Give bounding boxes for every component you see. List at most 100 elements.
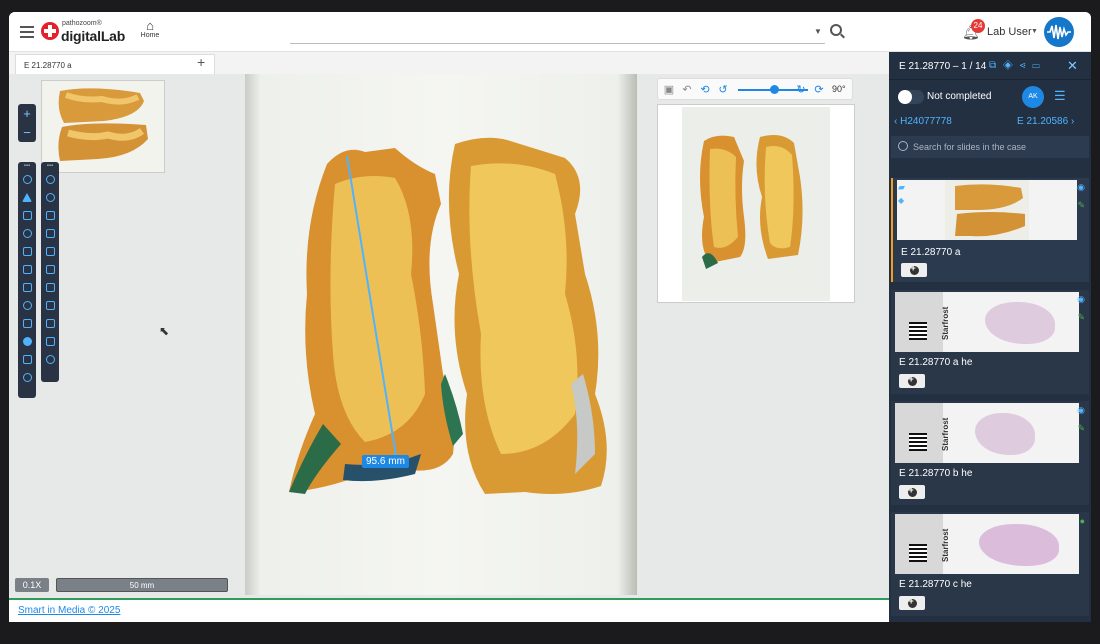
assignee-avatar[interactable]: AK xyxy=(1022,86,1044,108)
target-tool-icon[interactable] xyxy=(18,170,36,188)
zoom-level-indicator: 0.1X xyxy=(15,578,49,592)
reset-view-icon[interactable] xyxy=(18,368,36,386)
top-header: pathozoom® digitalLab ⌂ Home ▼ 🔔︎ 24 Lab… xyxy=(9,12,1091,52)
status-icon[interactable]: ● xyxy=(1080,516,1085,526)
next-case-label: E 21.20586 xyxy=(1017,116,1069,127)
edit-pencil-icon[interactable]: ✎ xyxy=(1077,312,1085,323)
zoom-in-button[interactable]: + xyxy=(18,104,36,123)
close-icon[interactable]: ✕ xyxy=(1067,58,1078,74)
sliders-tool-icon[interactable] xyxy=(18,314,36,332)
search-dropdown-caret-icon[interactable]: ▼ xyxy=(814,27,822,36)
rotate-reset-icon[interactable] xyxy=(41,350,59,368)
tab-slide[interactable]: E 21.28770 a xyxy=(15,54,215,74)
slide-card[interactable]: Starfrost ◉ ✎ E 21.28770 a he xyxy=(891,290,1089,394)
add-slide-button[interactable] xyxy=(899,485,925,499)
slide-tabs: E 21.28770 a + xyxy=(9,52,889,74)
magnifier-tool-icon[interactable] xyxy=(18,224,36,242)
case-navigation: ‹ H24077778 E 21.20586 › xyxy=(889,116,1091,134)
angle-tool-icon[interactable] xyxy=(41,296,59,314)
case-panel: E 21.28770 – 1 / 14 ⧉ ◈ ⋖ ▭ ✕ Not comple… xyxy=(889,52,1091,622)
visible-eye-icon[interactable]: ◉ xyxy=(1077,405,1085,416)
add-slide-button[interactable] xyxy=(899,596,925,610)
graph-tool-icon[interactable] xyxy=(18,188,36,206)
edit-pencil-icon[interactable]: ✎ xyxy=(1077,423,1085,434)
lasso-tool-icon[interactable] xyxy=(41,242,59,260)
app-logo[interactable]: pathozoom® digitalLab xyxy=(41,20,151,46)
avatar[interactable] xyxy=(1044,17,1074,47)
counter-tool-icon[interactable] xyxy=(41,314,59,332)
panel-action-icons[interactable]: ⧉ ◈ ⋖ ▭ xyxy=(989,60,1042,71)
user-menu[interactable]: Lab User xyxy=(987,26,1032,38)
list-view-icon[interactable]: ☰ xyxy=(1054,88,1066,104)
pin-tool-icon[interactable] xyxy=(41,170,59,188)
tag-icon: ◆ xyxy=(898,196,905,205)
focus-tool-icon[interactable] xyxy=(18,296,36,314)
camera-tool-icon[interactable] xyxy=(18,242,36,260)
rotate-right-icon[interactable]: ↻ xyxy=(794,83,808,97)
info-icon[interactable] xyxy=(18,332,36,350)
qr-code-icon xyxy=(909,544,927,562)
panel-title: E 21.28770 – 1 / 14 xyxy=(899,61,987,72)
edit-note-tool-icon[interactable] xyxy=(18,350,36,368)
overview-minimap[interactable] xyxy=(657,104,855,303)
starfrost-label: Starfrost xyxy=(941,528,950,562)
slide-image[interactable]: 95.6 mm xyxy=(245,74,637,595)
copyright-link[interactable]: Smart in Media © 2025 xyxy=(18,605,120,616)
add-tab-button[interactable]: + xyxy=(197,54,205,70)
drag-handle-icon[interactable]: ▪▪▪ xyxy=(18,162,36,170)
export-tool-icon[interactable] xyxy=(18,260,36,278)
slide-card-active[interactable]: ▰ ◆ ◉ ✎ E 21.28770 a xyxy=(891,178,1089,282)
ruler-tool-icon[interactable] xyxy=(41,278,59,296)
slide-card[interactable]: Starfrost ◉ ✎ E 21.28770 b he xyxy=(891,401,1089,505)
visible-eye-icon[interactable]: ◉ xyxy=(1077,182,1085,193)
qr-code-icon xyxy=(909,322,927,340)
drag-handle-icon[interactable]: ▪▪▪ xyxy=(41,162,59,170)
rotate-right-90-icon[interactable]: ⟳ xyxy=(812,83,826,97)
waveform-icon xyxy=(1047,24,1071,40)
slide-label-tile xyxy=(895,403,943,463)
visible-eye-icon[interactable]: ◉ xyxy=(1077,294,1085,305)
tissue-image xyxy=(289,137,607,494)
global-search-input[interactable] xyxy=(290,22,825,43)
slide-card-image: Starfrost xyxy=(895,292,1079,352)
panel-header: E 21.28770 – 1 / 14 ⧉ ◈ ⋖ ▭ ✕ xyxy=(889,52,1091,80)
measurement-label[interactable]: 95.6 mm xyxy=(362,455,409,468)
undo-icon[interactable]: ↶ xyxy=(680,83,694,97)
rotation-slider-handle[interactable] xyxy=(770,85,779,94)
global-search xyxy=(290,22,825,44)
next-case-link[interactable]: E 21.20586 › xyxy=(1017,116,1074,127)
zoom-controls: + − xyxy=(18,104,36,142)
slide-search-input[interactable] xyxy=(913,139,1083,155)
user-caret-icon[interactable]: ▼ xyxy=(1031,28,1038,35)
wand-tool-icon[interactable] xyxy=(41,260,59,278)
edit-pencil-icon[interactable]: ✎ xyxy=(1077,200,1085,211)
search-icon[interactable] xyxy=(830,24,842,36)
slide-label-thumbnail[interactable] xyxy=(41,80,165,173)
slide-card-image: Starfrost xyxy=(895,403,1079,463)
previous-case-link[interactable]: ‹ H24077778 xyxy=(894,116,952,127)
map-tool-icon[interactable] xyxy=(18,278,36,296)
completion-toggle[interactable] xyxy=(898,90,924,104)
slide-card[interactable]: Starfrost ● E 21.28770 c he xyxy=(891,512,1089,616)
slide-label-tile xyxy=(895,514,943,574)
add-slide-button[interactable] xyxy=(901,263,927,277)
rectangle-tool-icon[interactable] xyxy=(18,206,36,224)
menu-icon[interactable] xyxy=(20,26,34,38)
save-icon[interactable]: ▣ xyxy=(662,83,676,97)
folder-icon: ▰ xyxy=(898,182,905,192)
grid-tool-icon[interactable] xyxy=(41,332,59,350)
pin-area-tool-icon[interactable] xyxy=(41,188,59,206)
zoom-out-button[interactable]: − xyxy=(18,123,36,142)
rotate-left-icon[interactable]: ↺ xyxy=(716,83,730,97)
starfrost-label: Starfrost xyxy=(941,417,950,451)
he-stain-tissue xyxy=(975,413,1035,455)
add-icon xyxy=(909,263,919,275)
add-slide-button[interactable] xyxy=(899,374,925,388)
home-button[interactable]: ⌂ Home xyxy=(137,19,163,39)
slide-viewer[interactable]: + − ▪▪▪ ▪▪▪ ⬉ 95.6 mm 0.1X 50 mm ▣ ↶ ⟲ ↺… xyxy=(9,74,889,598)
polygon-tool-icon[interactable] xyxy=(41,206,59,224)
rotate-left-90-icon[interactable]: ⟲ xyxy=(698,83,712,97)
freehand-tool-icon[interactable] xyxy=(41,224,59,242)
add-icon xyxy=(907,485,917,497)
starfrost-label: Starfrost xyxy=(941,306,950,340)
